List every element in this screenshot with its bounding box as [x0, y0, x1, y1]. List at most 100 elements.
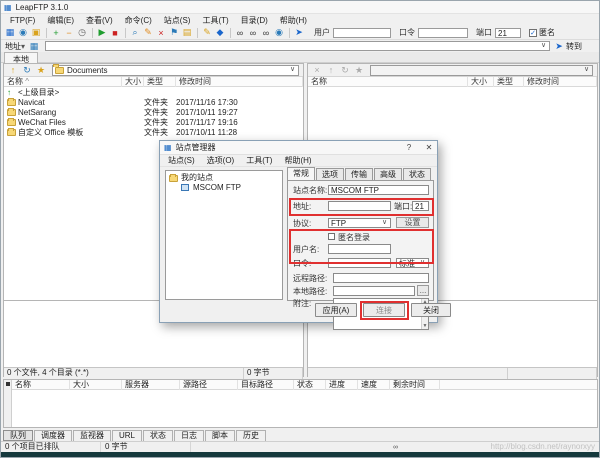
column-header-modified[interactable]: 修改时间	[524, 77, 597, 87]
column-header-name[interactable]: 名称 ^	[4, 77, 122, 87]
tab-url[interactable]: URL	[112, 430, 142, 441]
queue-column-name[interactable]: 名称	[12, 380, 70, 390]
edit-icon[interactable]: ✎	[142, 27, 154, 38]
folders-icon[interactable]: ▤	[181, 27, 193, 38]
password-input[interactable]	[328, 258, 391, 268]
list-item-parent-dir[interactable]: ↑ <上级目录>	[4, 88, 303, 97]
menu-command[interactable]: 命令(C)	[120, 14, 157, 27]
column-header-type[interactable]: 类型	[494, 77, 524, 87]
list-item-folder[interactable]: WeChat Files 文件夹 2017/11/17 19:16	[4, 118, 303, 127]
find-site-icon[interactable]: ∞	[234, 27, 246, 38]
tab-options[interactable]: 选项	[316, 168, 344, 180]
find-file-icon[interactable]: ∞	[260, 27, 272, 38]
column-header-name[interactable]: 名称	[308, 77, 468, 87]
column-header-size[interactable]: 大小	[122, 77, 144, 87]
local-path-combo-arrow-icon[interactable]: ∨	[288, 66, 297, 74]
refresh-icon[interactable]: ↻	[21, 65, 33, 76]
search-icon[interactable]: ⌕	[129, 27, 141, 38]
go-icon[interactable]: ➤	[553, 41, 565, 52]
protocol-combo-arrow-icon[interactable]: ∨	[380, 219, 389, 227]
tab-monitor[interactable]: 监视器	[73, 430, 111, 441]
rename-icon[interactable]: ✎	[201, 27, 213, 38]
queue-column-source[interactable]: 源路径	[180, 380, 238, 390]
queue-column-speed[interactable]: 速度	[358, 380, 390, 390]
dialog-menu-tools[interactable]: 工具(T)	[241, 154, 277, 167]
address-input[interactable]	[328, 201, 391, 211]
menu-edit[interactable]: 编辑(E)	[42, 14, 79, 27]
local-path-input[interactable]	[333, 286, 415, 296]
go-label[interactable]: 转到	[566, 41, 582, 52]
list-item-folder[interactable]: NetSarang 文件夹 2017/10/11 19:27	[4, 108, 303, 117]
stop-icon[interactable]: ×	[311, 65, 323, 76]
remove-site-icon[interactable]: −	[63, 27, 75, 38]
add-site-icon[interactable]: +	[50, 27, 62, 38]
browse-button[interactable]: ...	[417, 285, 429, 296]
transfer-mode-icon[interactable]: ➤	[293, 27, 305, 38]
tab-scheduler[interactable]: 调度器	[34, 430, 72, 441]
apply-button[interactable]: 应用(A)	[315, 303, 357, 317]
remote-path-combo[interactable]: ∨	[370, 65, 593, 76]
flag-icon[interactable]: ⚑	[168, 27, 180, 38]
column-header-type[interactable]: 类型	[144, 77, 176, 87]
connect-button[interactable]: 连接	[363, 303, 405, 317]
view-options-icon[interactable]: ◉	[17, 27, 29, 38]
web-icon[interactable]: ◉	[273, 27, 285, 38]
queue-column-remaining[interactable]: 剩余时间	[390, 380, 440, 390]
sync-icon[interactable]: ◆	[214, 27, 226, 38]
anonymous-login-checkbox[interactable]	[328, 233, 335, 240]
tab-status[interactable]: 状态	[143, 430, 173, 441]
delete-icon[interactable]: ×	[155, 27, 167, 38]
schedule-icon[interactable]: ◷	[76, 27, 88, 38]
scroll-down-icon[interactable]: ▼	[423, 323, 428, 329]
list-item-folder[interactable]: Navicat 文件夹 2017/11/16 17:30	[4, 98, 303, 107]
dialog-menu-site[interactable]: 站点(S)	[163, 154, 200, 167]
password-mode-combo-arrow-icon[interactable]: ∨	[418, 259, 427, 267]
tab-transfer[interactable]: 传输	[345, 168, 373, 180]
quick-password-input[interactable]	[418, 28, 468, 38]
close-icon[interactable]: ✕	[421, 142, 437, 154]
menu-help[interactable]: 帮助(H)	[275, 14, 312, 27]
up-directory-icon[interactable]: ↑	[325, 65, 337, 76]
menu-directory[interactable]: 目录(D)	[236, 14, 273, 27]
start-transfer-icon[interactable]: ▶	[96, 27, 108, 38]
folder-view-icon[interactable]: ▣	[30, 27, 42, 38]
address-input[interactable]: ∨	[45, 41, 550, 51]
stop-transfer-icon[interactable]: ■	[109, 27, 121, 38]
up-directory-icon[interactable]: ↑	[7, 65, 19, 76]
quick-port-input[interactable]: 21	[495, 28, 521, 38]
queue-column-server[interactable]: 服务器	[122, 380, 180, 390]
menu-tools[interactable]: 工具(T)	[197, 14, 233, 27]
tab-log[interactable]: 日志	[174, 430, 204, 441]
favorites-icon[interactable]: ★	[353, 65, 365, 76]
tab-queue[interactable]: 队列	[3, 430, 33, 441]
tab-script[interactable]: 脚本	[205, 430, 235, 441]
tab-history[interactable]: 历史	[236, 430, 266, 441]
find-server-icon[interactable]: ∞	[247, 27, 259, 38]
remote-path-input[interactable]	[333, 273, 429, 283]
close-button[interactable]: 关闭	[411, 303, 451, 317]
tab-local[interactable]: 本地	[4, 52, 38, 63]
password-mode-combo[interactable]: 标准 ∨	[396, 258, 429, 268]
refresh-icon[interactable]: ↻	[339, 65, 351, 76]
list-item-folder[interactable]: 自定义 Office 模板 文件夹 2017/10/11 11:28	[4, 128, 303, 137]
tab-advanced[interactable]: 高级	[374, 168, 402, 180]
remote-path-combo-arrow-icon[interactable]: ∨	[582, 66, 591, 74]
column-header-modified[interactable]: 修改时间	[176, 77, 303, 87]
queue-column-progress[interactable]: 进度	[326, 380, 358, 390]
queue-column-status[interactable]: 状态	[294, 380, 326, 390]
menu-site[interactable]: 站点(S)	[159, 14, 196, 27]
address-combo-arrow-icon[interactable]: ∨	[539, 42, 548, 50]
protocol-combo[interactable]: FTP ∨	[328, 218, 391, 228]
favorites-icon[interactable]: ★	[35, 65, 47, 76]
help-button[interactable]: ?	[401, 142, 417, 154]
site-name-input[interactable]: MSCOM FTP	[328, 185, 429, 195]
settings-button[interactable]: 设置	[396, 217, 429, 228]
queue-column-target[interactable]: 目标路径	[238, 380, 294, 390]
menu-ftp[interactable]: FTP(F)	[5, 15, 40, 26]
quick-user-input[interactable]	[333, 28, 391, 38]
port-input[interactable]: 21	[412, 201, 429, 211]
dialog-menu-help[interactable]: 帮助(H)	[279, 154, 316, 167]
local-path-combo[interactable]: Documents ∨	[52, 65, 299, 76]
dialog-menu-options[interactable]: 选项(O)	[202, 154, 240, 167]
tree-item-my-sites[interactable]: 我的站点	[168, 173, 280, 183]
